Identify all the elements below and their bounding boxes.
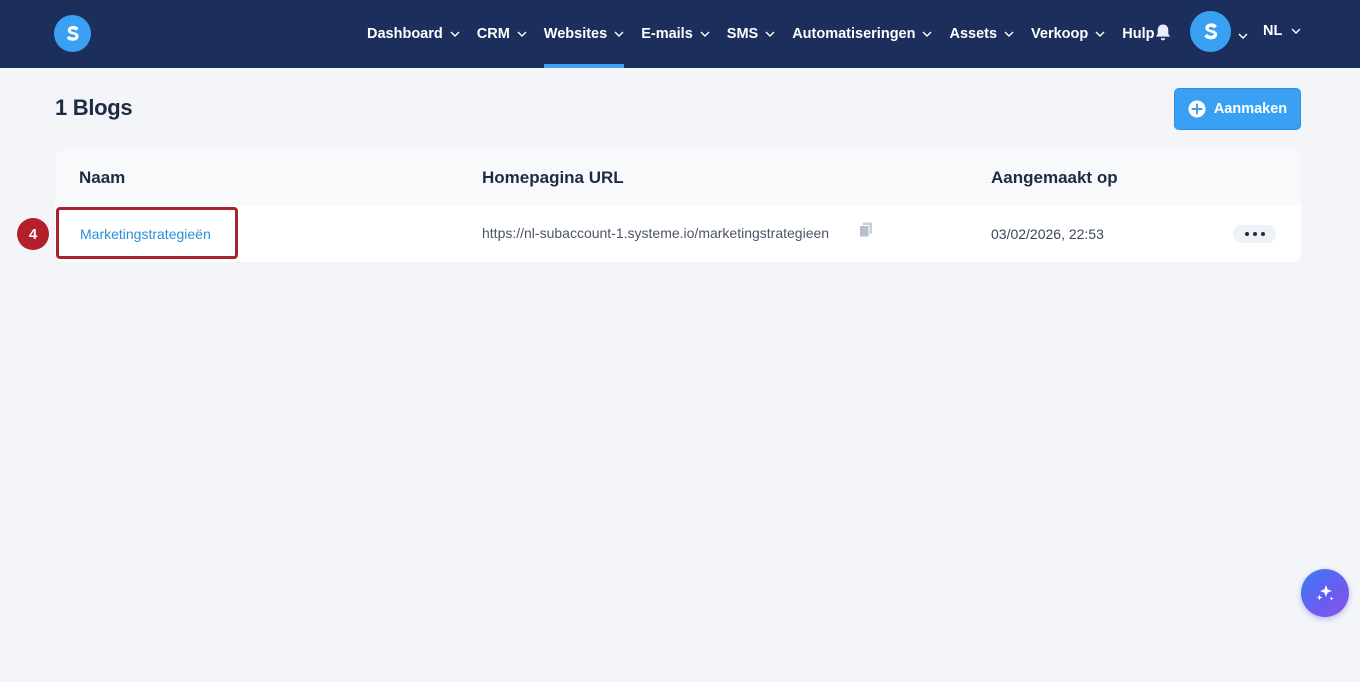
column-header-name: Naam xyxy=(79,168,126,187)
logo-s-icon xyxy=(66,25,79,41)
chevron-down-icon xyxy=(765,31,775,37)
create-blog-button[interactable]: Aanmaken xyxy=(1174,88,1301,130)
nav-item-verkoop[interactable]: Verkoop xyxy=(1031,0,1105,68)
table-header: Naam Homepagina URL Aangemaakt op xyxy=(55,150,1301,206)
copy-icon[interactable] xyxy=(859,222,873,243)
plus-circle-icon xyxy=(1188,100,1206,118)
dot xyxy=(1252,232,1257,236)
nav-label: Verkoop xyxy=(1031,26,1089,42)
nav-label: Websites xyxy=(543,26,608,42)
avatar-s-icon xyxy=(1203,22,1217,39)
chevron-down-icon xyxy=(450,31,460,37)
dot xyxy=(1260,232,1265,236)
chevron-down-icon xyxy=(517,31,527,37)
sparkles-icon xyxy=(1316,585,1334,601)
nav-item-automatiseringen[interactable]: Automatiseringen xyxy=(792,0,932,68)
step-highlight-box xyxy=(56,207,238,259)
chevron-down-icon xyxy=(700,31,710,37)
nav-label: Dashboard xyxy=(367,26,443,42)
dot xyxy=(1244,232,1249,236)
user-avatar[interactable] xyxy=(1190,11,1231,52)
chevron-down-icon xyxy=(1095,31,1105,37)
nav-item-websites[interactable]: Websites xyxy=(543,0,625,68)
nav-label: SMS xyxy=(726,26,759,42)
nav-item-assets[interactable]: Assets xyxy=(949,0,1014,68)
chevron-down-icon xyxy=(1004,31,1014,37)
account-chevron-down-icon[interactable] xyxy=(1238,26,1248,44)
nav-label: Assets xyxy=(949,26,998,42)
nav-item-crm[interactable]: CRM xyxy=(477,0,527,68)
nav-item-hulp[interactable]: Hulp xyxy=(1122,0,1154,68)
table-row: Marketingstrategieën https://nl-subaccou… xyxy=(55,206,1301,262)
nav-item-dashboard[interactable]: Dashboard xyxy=(367,0,460,68)
chevron-down-icon xyxy=(922,31,932,37)
row-actions-more-button[interactable] xyxy=(1233,225,1276,243)
blog-homepage-url: https://nl-subaccount-1.systeme.io/marke… xyxy=(482,225,830,241)
create-button-label: Aanmaken xyxy=(1213,101,1288,117)
nav-label: E-mails xyxy=(641,26,693,42)
language-selector[interactable]: NL xyxy=(1263,0,1301,62)
step-number-badge: 4 xyxy=(17,218,49,250)
chevron-down-icon xyxy=(614,31,624,37)
nav-label: Automatiseringen xyxy=(792,26,916,42)
blogs-table: Naam Homepagina URL Aangemaakt op Market… xyxy=(55,150,1301,262)
language-label: NL xyxy=(1263,23,1283,39)
systeme-logo[interactable] xyxy=(54,15,91,52)
nav-label: Hulp xyxy=(1122,26,1155,42)
chevron-down-icon xyxy=(1291,28,1301,34)
nav-item-emails[interactable]: E-mails xyxy=(641,0,710,68)
column-header-homepage-url: Homepagina URL xyxy=(482,168,624,187)
nav-label: CRM xyxy=(476,26,510,42)
main-nav: Dashboard CRM Websites E-mails SMS Autom… xyxy=(367,0,1171,68)
notifications-bell-icon[interactable] xyxy=(1153,22,1173,44)
nav-item-sms[interactable]: SMS xyxy=(727,0,775,68)
page-title: 1 Blogs xyxy=(55,95,133,120)
column-header-created-at: Aangemaakt op xyxy=(991,168,1118,187)
blog-created-date: 03/02/2026, 22:53 xyxy=(991,226,1104,242)
top-navigation-bar: Dashboard CRM Websites E-mails SMS Autom… xyxy=(0,0,1360,68)
ai-assistant-button[interactable] xyxy=(1301,569,1349,617)
